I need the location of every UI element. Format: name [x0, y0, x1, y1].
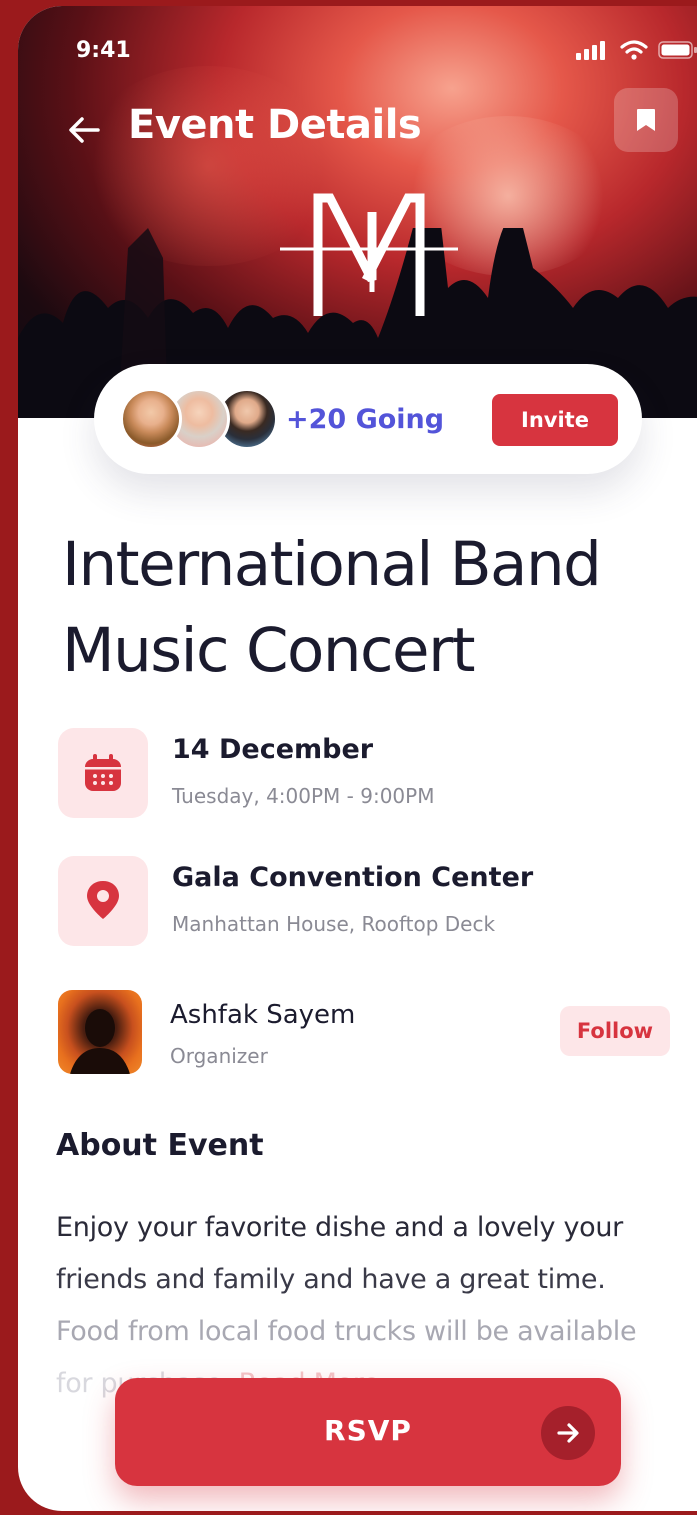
event-date: 14 December [172, 734, 374, 765]
event-title-line-1: International Band [62, 529, 602, 600]
bookmark-button[interactable] [614, 88, 678, 152]
invite-button[interactable]: Invite [492, 394, 618, 446]
page-title: Event Details [128, 102, 422, 148]
event-title-line-2: Music Concert [62, 615, 476, 686]
rsvp-button[interactable]: RSVP [115, 1378, 621, 1486]
location-icon-box [58, 856, 148, 946]
signal-icon [576, 41, 605, 60]
hero-banner-image: 9:41 Event Details [18, 6, 697, 418]
back-arrow-icon[interactable] [64, 110, 104, 150]
calendar-icon [85, 754, 121, 791]
status-time: 9:41 [76, 38, 131, 63]
event-time: Tuesday, 4:00PM - 9:00PM [172, 784, 435, 808]
going-count: +20 Going [286, 404, 445, 435]
organizer-avatar [58, 990, 142, 1074]
organizer-name: Ashfak Sayem [170, 1000, 356, 1030]
wifi-icon [620, 40, 648, 60]
avatar [120, 388, 182, 450]
event-date-row: 14 December Tuesday, 4:00PM - 9:00PM [58, 728, 678, 820]
top-navigation: Event Details [18, 88, 697, 162]
rsvp-arrow-circle [541, 1406, 595, 1460]
arrow-right-icon [557, 1423, 579, 1443]
band-logo [280, 193, 458, 316]
about-line-1: Enjoy your favorite dishe and a lovely y… [56, 1212, 623, 1243]
attendees-card: +20 Going Invite [94, 364, 642, 474]
follow-button[interactable]: Follow [560, 1006, 670, 1056]
venue-address: Manhattan House, Rooftop Deck [172, 912, 496, 936]
bookmark-icon [637, 109, 655, 131]
battery-icon [658, 41, 697, 59]
attendee-avatars [120, 388, 280, 452]
venue-name: Gala Convention Center [172, 862, 534, 893]
phone-screen: 9:41 Event Details +20 Going Invite Inte… [18, 6, 697, 1511]
status-bar: 9:41 [18, 34, 697, 74]
organizer-row: Ashfak Sayem Organizer Follow [58, 990, 678, 1082]
organizer-role: Organizer [170, 1044, 268, 1068]
about-heading: About Event [56, 1128, 264, 1163]
event-location-row: Gala Convention Center Manhattan House, … [58, 856, 678, 948]
about-line-2: friends and family and have a great time… [56, 1264, 606, 1295]
calendar-icon-box [58, 728, 148, 818]
location-pin-icon [87, 881, 119, 919]
event-title: International Band Music Concert [62, 522, 662, 694]
about-line-3: Food from local food trucks will be avai… [56, 1316, 637, 1347]
